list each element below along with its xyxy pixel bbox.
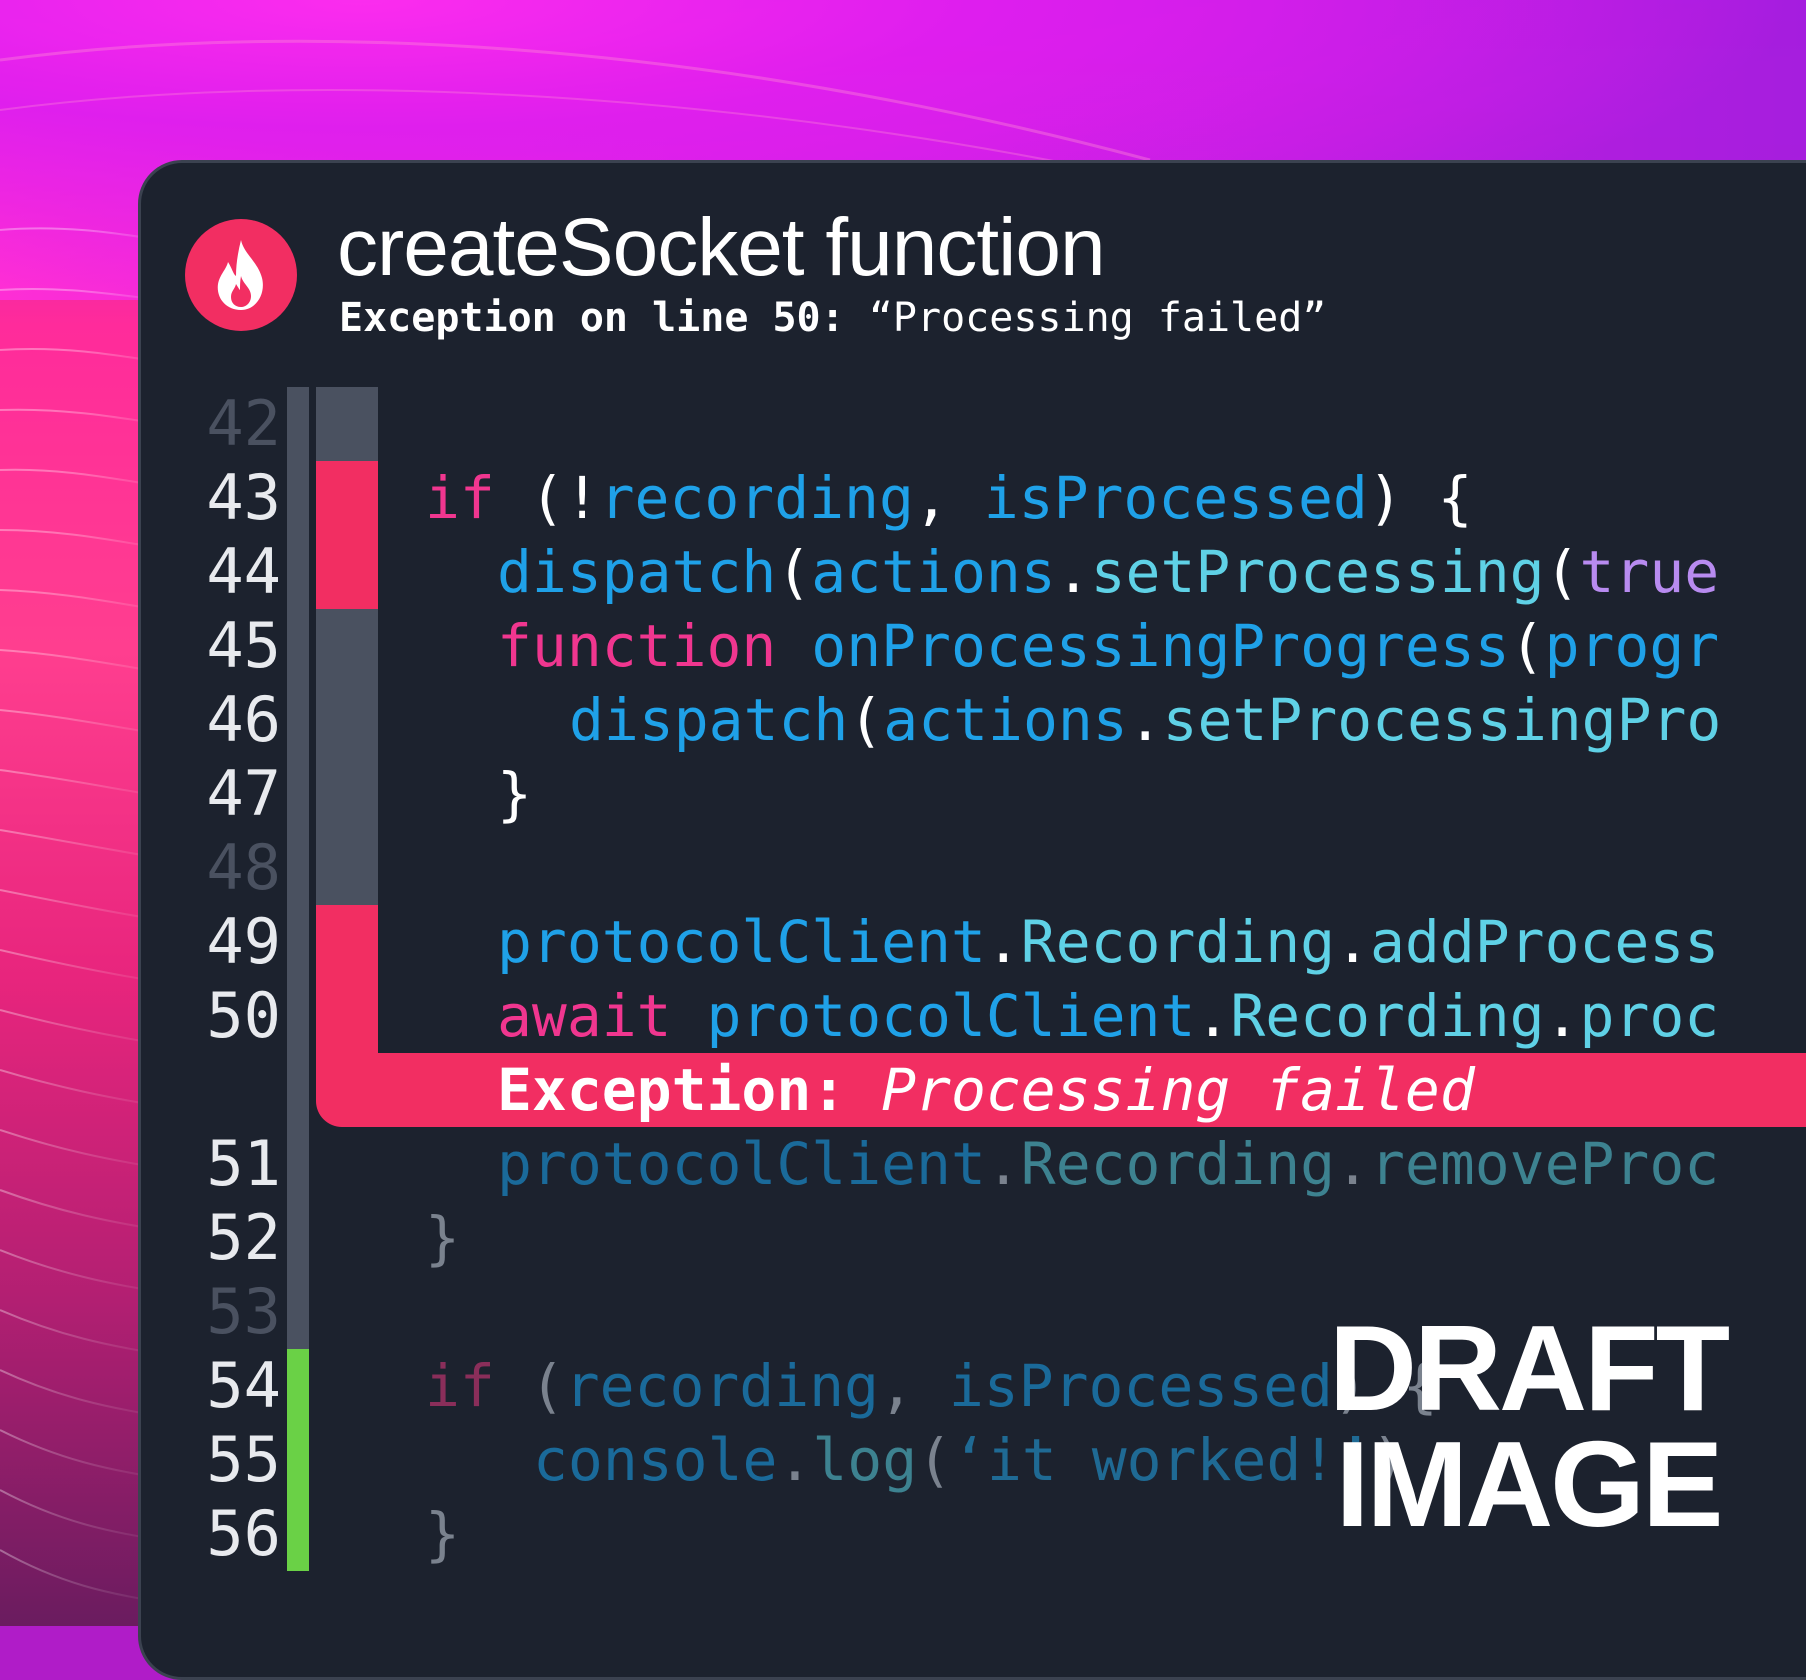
- line-number: 42: [206, 387, 281, 460]
- flame-icon: [185, 219, 297, 331]
- line-number: 48: [206, 831, 281, 904]
- watermark-line-2: IMAGE: [1335, 1416, 1724, 1552]
- draft-watermark: DRAFT IMAGE: [1318, 1300, 1738, 1552]
- line-number: 45: [206, 609, 281, 682]
- coverage-gutter: [287, 387, 309, 1349]
- window-title: createSocket function: [337, 202, 1106, 293]
- exception-text: Processing failed: [881, 1056, 1475, 1124]
- code-line-47: }: [497, 760, 532, 828]
- line-number: 47: [206, 757, 281, 830]
- exception-summary-message: “Processing failed”: [868, 295, 1327, 341]
- line-number: 52: [206, 1201, 281, 1274]
- code-line-43: if (!recording, isProcessed) {: [425, 464, 1473, 532]
- line-number: 56: [206, 1497, 281, 1570]
- code-line-45: function onProcessingProgress(progr: [497, 612, 1720, 680]
- execution-bar: [316, 387, 378, 461]
- exception-summary-label: Exception on line 50:: [339, 295, 845, 341]
- line-number: 54: [206, 1349, 281, 1422]
- line-number: 51: [206, 1127, 281, 1200]
- code-line-44: dispatch(actions.setProcessing(true: [497, 538, 1720, 606]
- window-header: createSocket function Exception on line …: [141, 163, 1806, 363]
- line-number: 43: [206, 461, 281, 534]
- exception-label: Exception:: [497, 1056, 847, 1124]
- line-number: 44: [206, 535, 281, 608]
- exception-message: Exception: Processing failed: [497, 1053, 1475, 1127]
- exception-summary: Exception on line 50: “Processing failed…: [339, 295, 1326, 341]
- line-number: 53: [206, 1275, 281, 1348]
- coverage-gutter-hit: [287, 1349, 309, 1571]
- code-line-49: protocolClient.Recording.addProcess: [497, 908, 1720, 976]
- code-line-46: dispatch(actions.setProcessingPro: [569, 686, 1722, 754]
- execution-bar: [316, 609, 378, 905]
- code-line-50: await protocolClient.Recording.proc: [497, 982, 1720, 1050]
- watermark-line-1: DRAFT: [1328, 1300, 1730, 1436]
- line-number: 49: [206, 905, 281, 978]
- execution-bar-error: [316, 905, 378, 1053]
- code-line-56: }: [425, 1500, 460, 1568]
- line-number: 55: [206, 1423, 281, 1496]
- code-line-55: console.log(‘it worked!’): [533, 1426, 1406, 1494]
- code-line-51: protocolClient.Recording.removeProc: [497, 1130, 1720, 1198]
- code-line-52: }: [425, 1204, 460, 1272]
- line-number: 46: [206, 683, 281, 756]
- code-line-54: if (recording, isProcessed) {: [425, 1352, 1438, 1420]
- line-number: 50: [206, 979, 281, 1052]
- execution-bar-error: [316, 461, 378, 609]
